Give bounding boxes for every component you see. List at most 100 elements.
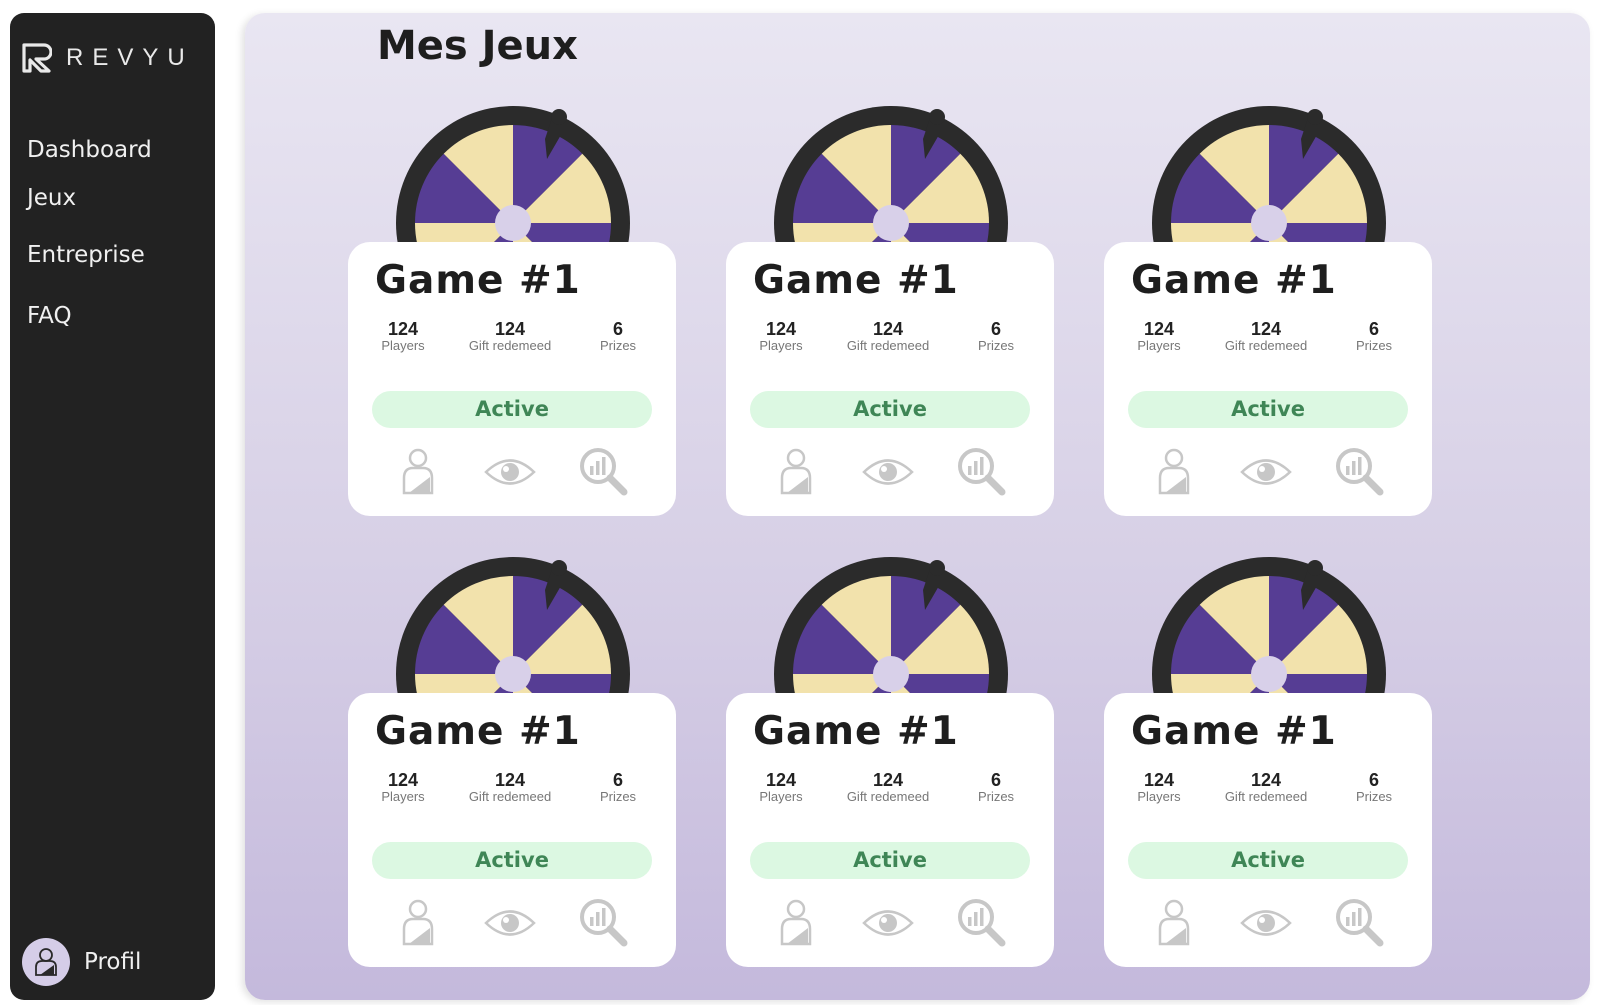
stat-gifts-value: 124	[872, 319, 904, 339]
game-card[interactable]: Game #1 124 Players 124 Gift redemeed 6 …	[348, 103, 676, 523]
prize-wheel-icon	[393, 103, 633, 245]
status-badge: Active	[1128, 842, 1408, 879]
stat-gifts-value: 124	[1250, 319, 1282, 339]
user-avatar-icon	[35, 948, 57, 976]
stat-prizes-value: 6	[990, 770, 1001, 790]
page-title: Mes Jeux	[377, 23, 578, 69]
stat-players-value: 124	[1143, 770, 1175, 790]
sidebar-item-faq[interactable]: FAQ	[27, 303, 72, 329]
prize-wheel-icon	[771, 103, 1011, 245]
stat-gifts-label: Gift redemeed	[468, 789, 552, 804]
stat-prizes: 6 Prizes	[978, 771, 1014, 804]
stat-players-value: 124	[387, 770, 419, 790]
prize-wheel-icon	[393, 554, 633, 696]
stat-players: 124 Players	[381, 320, 424, 353]
prize-wheel-icon	[1149, 103, 1389, 245]
stat-gifts-label: Gift redemeed	[468, 338, 552, 353]
status-badge: Active	[750, 842, 1030, 879]
game-card[interactable]: Game #1 124 Players 124 Gift redemeed 6 …	[348, 554, 676, 974]
stat-prizes: 6 Prizes	[1356, 771, 1392, 804]
user-icon[interactable]	[768, 444, 824, 500]
sidebar-item-dashboard[interactable]: Dashboard	[27, 137, 152, 163]
game-card[interactable]: Game #1 124 Players 124 Gift redemeed 6 …	[726, 103, 1054, 523]
stat-prizes-label: Prizes	[1355, 338, 1393, 353]
user-icon[interactable]	[390, 444, 446, 500]
stat-players-label: Players	[759, 338, 803, 353]
stat-gifts-label: Gift redemeed	[1224, 338, 1308, 353]
game-card[interactable]: Game #1 124 Players 124 Gift redemeed 6 …	[1104, 103, 1432, 523]
stat-players: 124 Players	[1137, 771, 1180, 804]
analytics-search-icon[interactable]	[576, 895, 632, 951]
game-card-body: Game #1 124 Players 124 Gift redemeed 6 …	[1104, 693, 1432, 967]
stat-players-label: Players	[1137, 338, 1181, 353]
stat-prizes: 6 Prizes	[600, 771, 636, 804]
stat-prizes-label: Prizes	[1355, 789, 1393, 804]
stat-gifts: 124 Gift redemeed	[469, 320, 551, 353]
stat-players-value: 124	[387, 319, 419, 339]
analytics-search-icon[interactable]	[1332, 444, 1388, 500]
game-title: Game #1	[1131, 258, 1337, 303]
stat-prizes-value: 6	[1368, 770, 1379, 790]
stat-prizes-value: 6	[990, 319, 1001, 339]
game-card-body: Game #1 124 Players 124 Gift redemeed 6 …	[1104, 242, 1432, 516]
eye-icon[interactable]	[482, 895, 538, 951]
stat-gifts: 124 Gift redemeed	[847, 320, 929, 353]
user-icon[interactable]	[1146, 444, 1202, 500]
game-card-body: Game #1 124 Players 124 Gift redemeed 6 …	[726, 693, 1054, 967]
stat-gifts: 124 Gift redemeed	[847, 771, 929, 804]
stat-gifts: 124 Gift redemeed	[1225, 771, 1307, 804]
analytics-search-icon[interactable]	[1332, 895, 1388, 951]
eye-icon[interactable]	[1238, 895, 1294, 951]
stat-gifts-value: 124	[872, 770, 904, 790]
user-icon[interactable]	[768, 895, 824, 951]
profile-label: Profil	[84, 949, 142, 975]
eye-icon[interactable]	[860, 444, 916, 500]
profile-button[interactable]: Profil	[22, 938, 141, 986]
eye-icon[interactable]	[860, 895, 916, 951]
user-icon[interactable]	[390, 895, 446, 951]
stat-gifts-value: 124	[494, 770, 526, 790]
revyu-logo-icon	[22, 43, 52, 73]
stat-players-label: Players	[1137, 789, 1181, 804]
game-title: Game #1	[375, 258, 581, 303]
eye-icon[interactable]	[1238, 444, 1294, 500]
game-title: Game #1	[375, 709, 581, 754]
game-card[interactable]: Game #1 124 Players 124 Gift redemeed 6 …	[1104, 554, 1432, 974]
sidebar-item-jeux[interactable]: Jeux	[27, 185, 76, 211]
prize-wheel-icon	[771, 554, 1011, 696]
stat-gifts-label: Gift redemeed	[1224, 789, 1308, 804]
eye-icon[interactable]	[482, 444, 538, 500]
stat-players-value: 124	[1143, 319, 1175, 339]
user-icon[interactable]	[1146, 895, 1202, 951]
avatar	[22, 938, 70, 986]
stat-gifts: 124 Gift redemeed	[469, 771, 551, 804]
stat-gifts-label: Gift redemeed	[846, 338, 930, 353]
stat-players-label: Players	[381, 789, 425, 804]
game-title: Game #1	[753, 258, 959, 303]
stat-prizes-label: Prizes	[599, 338, 637, 353]
stat-prizes-value: 6	[612, 319, 623, 339]
status-badge: Active	[750, 391, 1030, 428]
sidebar-item-entreprise[interactable]: Entreprise	[27, 242, 145, 268]
status-badge: Active	[1128, 391, 1408, 428]
brand-logo[interactable]: REVYU	[22, 43, 194, 73]
stat-prizes-label: Prizes	[977, 789, 1015, 804]
stat-players-value: 124	[765, 319, 797, 339]
stat-prizes: 6 Prizes	[1356, 320, 1392, 353]
stat-players-label: Players	[381, 338, 425, 353]
stat-players-label: Players	[759, 789, 803, 804]
status-badge: Active	[372, 842, 652, 879]
stat-prizes-label: Prizes	[599, 789, 637, 804]
stat-prizes-value: 6	[1368, 319, 1379, 339]
prize-wheel-icon	[1149, 554, 1389, 696]
analytics-search-icon[interactable]	[576, 444, 632, 500]
game-title: Game #1	[1131, 709, 1337, 754]
game-card-body: Game #1 124 Players 124 Gift redemeed 6 …	[348, 242, 676, 516]
analytics-search-icon[interactable]	[954, 895, 1010, 951]
stat-players: 124 Players	[381, 771, 424, 804]
stat-gifts-value: 124	[1250, 770, 1282, 790]
analytics-search-icon[interactable]	[954, 444, 1010, 500]
stat-gifts: 124 Gift redemeed	[1225, 320, 1307, 353]
stat-players: 124 Players	[759, 771, 802, 804]
game-card[interactable]: Game #1 124 Players 124 Gift redemeed 6 …	[726, 554, 1054, 974]
